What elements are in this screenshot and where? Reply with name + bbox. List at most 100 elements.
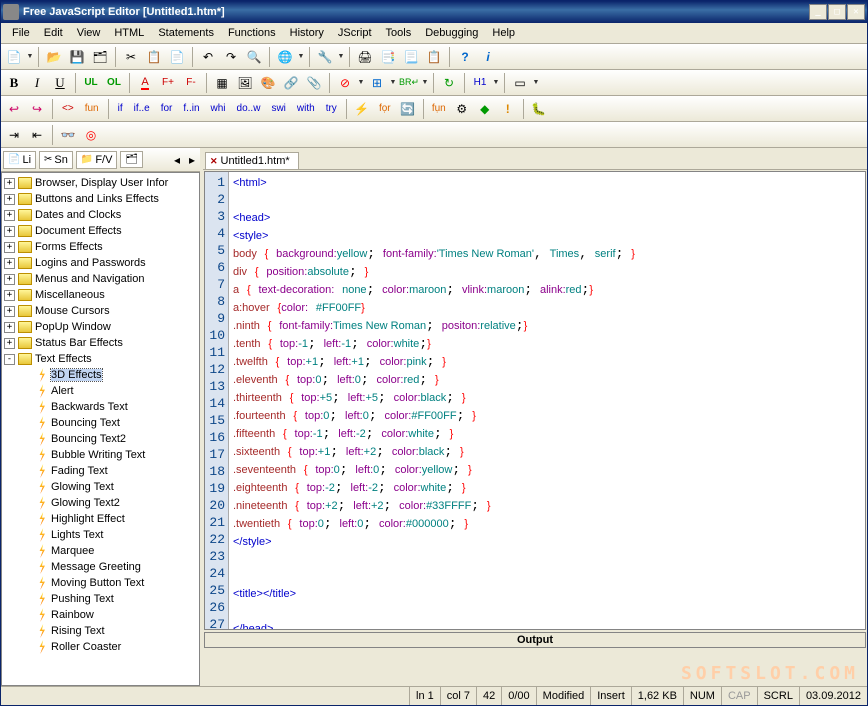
tree-node[interactable]: Backwards Text — [4, 399, 197, 415]
fun-icon[interactable]: fụn — [428, 98, 450, 120]
br-button[interactable]: BR↵ — [398, 72, 420, 94]
cut-button[interactable]: ✂ — [120, 46, 142, 68]
tree-node[interactable]: +Menus and Navigation — [4, 271, 197, 287]
tree-node[interactable]: Roller Coaster — [4, 639, 197, 655]
tree-node[interactable]: Bubble Writing Text — [4, 447, 197, 463]
js-swi[interactable]: swi — [266, 98, 290, 120]
tree-node[interactable]: +Status Bar Effects — [4, 335, 197, 351]
close-button[interactable]: ✕ — [847, 4, 865, 20]
tree-node[interactable]: Highlight Effect — [4, 511, 197, 527]
reload-button[interactable]: ↻ — [438, 72, 460, 94]
expand-icon[interactable]: + — [4, 274, 15, 285]
menu-help[interactable]: Help — [485, 25, 522, 41]
paste-button[interactable]: 📄 — [166, 46, 188, 68]
h1-button[interactable]: H1 — [469, 72, 491, 94]
expand-icon[interactable]: - — [4, 354, 15, 365]
tree-node[interactable]: Rainbow — [4, 607, 197, 623]
italic-button[interactable]: I — [26, 72, 48, 94]
info-button[interactable]: i — [477, 46, 499, 68]
menu-view[interactable]: View — [70, 25, 108, 41]
target-button[interactable]: ◎ — [80, 124, 102, 146]
menu-statements[interactable]: Statements — [151, 25, 221, 41]
tree-node[interactable]: -Text Effects — [4, 351, 197, 367]
anchor-button[interactable]: 📎 — [303, 72, 325, 94]
expand-icon[interactable]: + — [4, 194, 15, 205]
maximize-button[interactable]: □ — [828, 4, 846, 20]
tree-panel[interactable]: +Browser, Display User Infor+Buttons and… — [1, 172, 200, 686]
tree-node[interactable]: Fading Text — [4, 463, 197, 479]
tree-node[interactable]: Rising Text — [4, 623, 197, 639]
outdent-button[interactable]: ⇤ — [26, 124, 48, 146]
image-button[interactable]: 🖼 — [234, 72, 256, 94]
js-try[interactable]: try — [321, 98, 342, 120]
gear-icon[interactable]: ⚙ — [451, 98, 473, 120]
tree-node[interactable]: +Mouse Cursors — [4, 303, 197, 319]
code-area[interactable]: <html> <head> <style> body { background:… — [229, 172, 865, 629]
menu-file[interactable]: File — [5, 25, 37, 41]
doc3-button[interactable]: 📋 — [423, 46, 445, 68]
js-dow[interactable]: do..w — [232, 98, 266, 120]
tree-node[interactable]: Moving Button Text — [4, 575, 197, 591]
menu-debugging[interactable]: Debugging — [418, 25, 485, 41]
copy-button[interactable]: 📋 — [143, 46, 165, 68]
sidebar-tab-sn[interactable]: ✂Sn — [39, 151, 73, 169]
sidebar-next[interactable]: ▸ — [186, 149, 198, 171]
js-if[interactable]: if — [113, 98, 128, 120]
diamond-icon[interactable]: ◆ — [474, 98, 496, 120]
menu-tools[interactable]: Tools — [379, 25, 419, 41]
arrow-right-icon[interactable]: ↪ — [26, 98, 48, 120]
font-color-button[interactable]: A — [134, 72, 156, 94]
js-fun[interactable]: fun — [80, 98, 104, 120]
tree-node[interactable]: +Miscellaneous — [4, 287, 197, 303]
menu-history[interactable]: History — [283, 25, 331, 41]
bug-icon[interactable]: 🐛 — [528, 98, 550, 120]
sidebar-prev[interactable]: ◂ — [171, 149, 183, 171]
tree-node[interactable]: Lights Text — [4, 527, 197, 543]
tools-button[interactable]: 🔧 — [314, 46, 336, 68]
js-for[interactable]: for — [156, 98, 178, 120]
expand-icon[interactable]: + — [4, 322, 15, 333]
tree-node[interactable]: +Document Effects — [4, 223, 197, 239]
js-with[interactable]: with — [292, 98, 320, 120]
close-tab-icon[interactable]: ✕ — [210, 156, 218, 167]
expand-icon[interactable]: + — [4, 178, 15, 189]
editor-tab[interactable]: ✕ Untitled1.htm* — [205, 152, 299, 169]
undo-button[interactable]: ↶ — [197, 46, 219, 68]
tree-node[interactable]: +Dates and Clocks — [4, 207, 197, 223]
tree-node[interactable]: +PopUp Window — [4, 319, 197, 335]
tree-node[interactable]: +Browser, Display User Infor — [4, 175, 197, 191]
tree-node[interactable]: Message Greeting — [4, 559, 197, 575]
menu-html[interactable]: HTML — [107, 25, 151, 41]
tree-node[interactable]: 3D Effects — [4, 367, 197, 383]
for-icon[interactable]: fọr — [374, 98, 396, 120]
sidebar-tab-li[interactable]: 📄Li — [3, 151, 36, 169]
arrow-left-icon[interactable]: ↩ — [3, 98, 25, 120]
globe-button[interactable]: 🌐 — [274, 46, 296, 68]
code-editor[interactable]: 1234567891011121314151617181920212223242… — [204, 171, 866, 630]
link-button[interactable]: 🔗 — [280, 72, 302, 94]
print-button[interactable]: 🖨 — [354, 46, 376, 68]
sidebar-tab-more[interactable]: 🗂 — [120, 151, 143, 168]
tree-node[interactable]: Alert — [4, 383, 197, 399]
menu-functions[interactable]: Functions — [221, 25, 283, 41]
stop-button[interactable]: ⊘ — [334, 72, 356, 94]
expand-icon[interactable]: + — [4, 210, 15, 221]
tree-node[interactable]: +Logins and Passwords — [4, 255, 197, 271]
js-[interactable]: <> — [57, 98, 79, 120]
underline-button[interactable]: U — [49, 72, 71, 94]
tree-node[interactable]: Bouncing Text2 — [4, 431, 197, 447]
ul-button[interactable]: UL — [80, 72, 102, 94]
expand-icon[interactable]: + — [4, 290, 15, 301]
minimize-button[interactable]: _ — [809, 4, 827, 20]
open-button[interactable]: 📂 — [43, 46, 65, 68]
excl-icon[interactable]: ! — [497, 98, 519, 120]
expand-icon[interactable]: + — [4, 306, 15, 317]
find-button[interactable]: 🔍 — [243, 46, 265, 68]
font-plus-button[interactable]: F+ — [157, 72, 179, 94]
menu-jscript[interactable]: JScript — [331, 25, 379, 41]
bold-button[interactable]: B — [3, 72, 25, 94]
glasses-button[interactable]: 👓 — [57, 124, 79, 146]
expand-icon[interactable]: + — [4, 242, 15, 253]
form-button[interactable]: ▭ — [509, 72, 531, 94]
tree-node[interactable]: Bouncing Text — [4, 415, 197, 431]
